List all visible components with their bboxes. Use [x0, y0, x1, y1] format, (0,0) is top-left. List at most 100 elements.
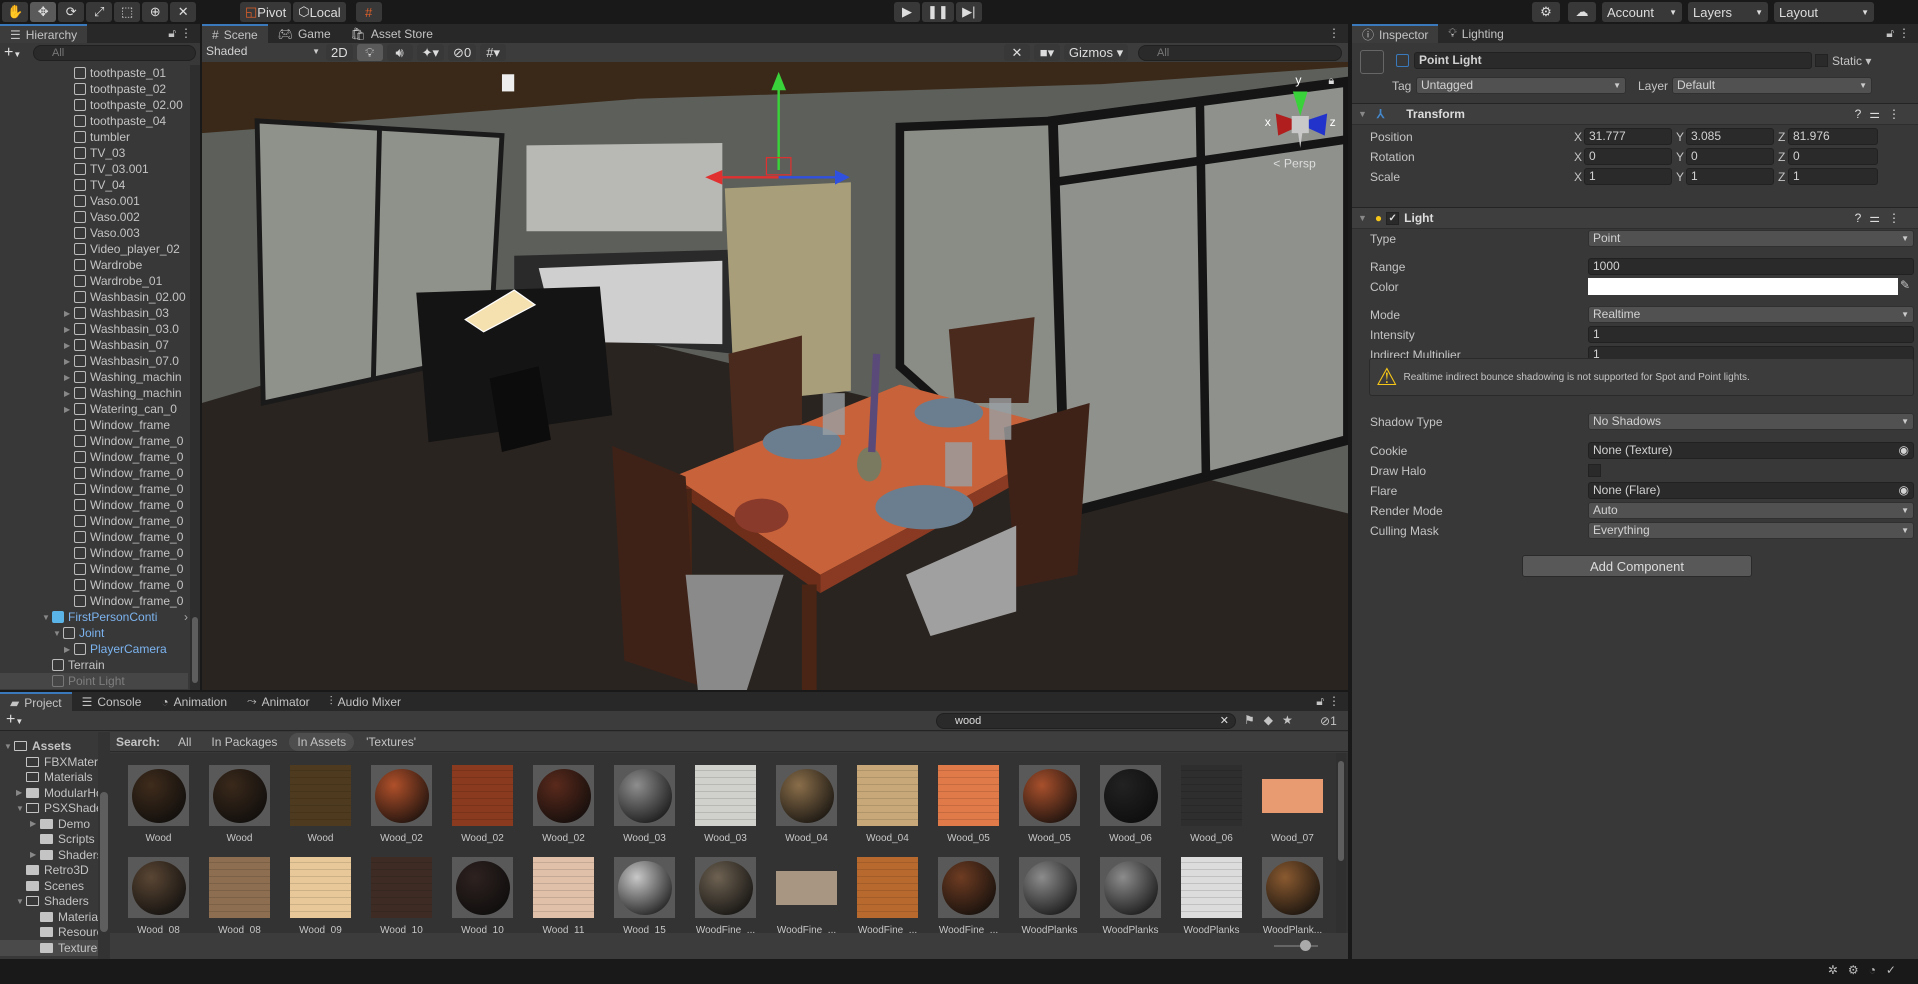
project-folder[interactable]: ▶ Demo: [0, 816, 110, 832]
foldout-arrow-icon[interactable]: ▶: [16, 788, 26, 797]
open-prefab-icon[interactable]: ›: [184, 610, 188, 624]
asset-tile[interactable]: Wood_03: [604, 765, 685, 855]
asset-tile[interactable]: Wood_08: [199, 857, 280, 933]
services-gear-icon[interactable]: ⚙: [1532, 2, 1560, 22]
hierarchy-item[interactable]: ▼ Joint: [0, 625, 188, 641]
object-name-input[interactable]: Point Light: [1414, 52, 1812, 69]
scene-more-icon[interactable]: ⋮: [1328, 26, 1340, 40]
add-component-button[interactable]: Add Component: [1522, 555, 1752, 577]
tab-hierarchy[interactable]: ☰ Hierarchy: [0, 24, 88, 43]
project-search-input[interactable]: wood ✕: [936, 713, 1236, 729]
tab-animation[interactable]: ◔ Animation: [151, 692, 237, 711]
asset-tile[interactable]: WoodPlanks: [1090, 857, 1171, 933]
project-folder[interactable]: Resources: [0, 924, 110, 940]
scale-x-field[interactable]: 1: [1584, 168, 1672, 185]
rotation-z-field[interactable]: 0: [1788, 148, 1878, 165]
rotation-y-field[interactable]: 0: [1686, 148, 1774, 165]
asset-tile[interactable]: Wood_07: [1252, 765, 1333, 855]
position-x-field[interactable]: 31.777: [1584, 128, 1672, 145]
transform-header[interactable]: ▼ ⅄ Transform ?⚌⋮: [1352, 103, 1918, 125]
lock-icon[interactable]: 🔓︎: [168, 26, 176, 41]
foldout-arrow-icon[interactable]: ▼: [53, 629, 63, 638]
lock-icon[interactable]: 🔓︎: [1886, 26, 1894, 41]
culling-field[interactable]: Everything: [1588, 522, 1914, 539]
static-checkbox[interactable]: [1815, 54, 1828, 67]
hierarchy-item[interactable]: Window_frame_0: [0, 593, 188, 609]
project-folder[interactable]: Scenes: [0, 878, 110, 894]
filter-icons[interactable]: ⚑◆★: [1244, 713, 1302, 727]
hierarchy-item[interactable]: ▶ PlayerCamera: [0, 641, 188, 657]
hierarchy-item[interactable]: Window_frame_0: [0, 545, 188, 561]
project-folder[interactable]: ▶ModularHouse: [0, 785, 110, 801]
tab-asset-store[interactable]: 🛍︎ Asset Store: [341, 24, 443, 43]
position-z-field[interactable]: 81.976: [1788, 128, 1878, 145]
scale-y-field[interactable]: 1: [1686, 168, 1774, 185]
foldout-arrow-icon[interactable]: ▼: [1358, 213, 1367, 223]
custom-tool-icon[interactable]: ✕: [170, 2, 197, 22]
layout-dropdown[interactable]: Layout ▼: [1774, 2, 1874, 22]
scene-search-input[interactable]: All: [1138, 44, 1342, 61]
asset-tile[interactable]: WoodPlank...: [1252, 857, 1333, 933]
light-enabled-checkbox[interactable]: ✓: [1386, 211, 1400, 225]
scale-z-field[interactable]: 1: [1788, 168, 1878, 185]
shading-mode-dropdown[interactable]: Shaded: [202, 44, 324, 61]
asset-tile[interactable]: Wood_04: [766, 765, 847, 855]
hierarchy-item[interactable]: ▶ Washbasin_07.0: [0, 353, 188, 369]
hierarchy-item[interactable]: ▶ Washbasin_03.0: [0, 321, 188, 337]
eyedropper-icon[interactable]: ✎: [1900, 278, 1910, 292]
hierarchy-item[interactable]: tumbler: [0, 129, 188, 145]
foldout-arrow-icon[interactable]: ▶: [64, 389, 74, 398]
hierarchy-item[interactable]: Window_frame_0: [0, 529, 188, 545]
foldout-arrow-icon[interactable]: ▶: [30, 850, 40, 859]
cookie-field[interactable]: None (Texture) ◉: [1588, 442, 1914, 459]
light-icon[interactable]: [501, 74, 515, 92]
hierarchy-item[interactable]: ▶ Washbasin_03: [0, 305, 188, 321]
rotation-x-field[interactable]: 0: [1584, 148, 1672, 165]
more-menu-icon[interactable]: ⋮: [180, 26, 192, 40]
project-folder[interactable]: Materials: [0, 769, 110, 785]
project-folder[interactable]: Scripts: [0, 831, 110, 847]
shadow-field[interactable]: No Shadows: [1588, 413, 1914, 430]
foldout-arrow-icon[interactable]: ▶: [30, 819, 40, 828]
hierarchy-item[interactable]: Vaso.001: [0, 193, 188, 209]
search-filter[interactable]: In Packages: [203, 733, 285, 751]
hidden-packages-toggle[interactable]: ⊘1: [1320, 714, 1337, 728]
hierarchy-item[interactable]: Video_player_02: [0, 241, 188, 257]
static-dropdown[interactable]: Static ▾: [1832, 54, 1871, 68]
foldout-arrow-icon[interactable]: ▶: [64, 325, 74, 334]
asset-tile[interactable]: Wood_04: [847, 765, 928, 855]
lock-icon[interactable]: 🔓︎: [1316, 694, 1324, 709]
tab-project[interactable]: ▰ Project: [0, 692, 72, 711]
hierarchy-item[interactable]: ▶ Washing_machin: [0, 385, 188, 401]
asset-tile[interactable]: Wood: [280, 765, 361, 855]
hierarchy-item[interactable]: toothpaste_04: [0, 113, 188, 129]
intensity-field[interactable]: 1: [1588, 326, 1914, 343]
flare-field[interactable]: None (Flare) ◉: [1588, 482, 1914, 499]
mode-field[interactable]: Realtime: [1588, 306, 1914, 323]
foldout-arrow-icon[interactable]: ▼: [16, 804, 26, 813]
hierarchy-item[interactable]: Window_frame: [0, 417, 188, 433]
foldout-arrow-icon[interactable]: ▼: [16, 897, 26, 906]
hierarchy-item[interactable]: toothpaste_02: [0, 81, 188, 97]
project-folder[interactable]: Textures: [0, 939, 110, 956]
asset-tile[interactable]: Wood: [199, 765, 280, 855]
hierarchy-item[interactable]: ▶ Washbasin_07: [0, 337, 188, 353]
foldout-arrow-icon[interactable]: ▼: [1358, 109, 1367, 119]
hierarchy-item[interactable]: toothpaste_01: [0, 65, 188, 81]
hierarchy-item[interactable]: ▶ Washing_machin: [0, 369, 188, 385]
asset-tile[interactable]: Wood_02: [442, 765, 523, 855]
gizmo-lock-icon[interactable]: 🔒︎: [1328, 75, 1334, 87]
component-help-preset-menu-icons[interactable]: ?⚌⋮: [1855, 211, 1908, 225]
search-filter[interactable]: 'Textures': [358, 733, 424, 751]
component-help-preset-menu-icons[interactable]: ?⚌⋮: [1855, 107, 1908, 121]
hierarchy-item[interactable]: Vaso.002: [0, 209, 188, 225]
search-filter[interactable]: In Assets: [289, 732, 355, 751]
active-checkbox[interactable]: [1396, 54, 1409, 67]
tab-game[interactable]: 🎮︎ Game: [268, 24, 341, 43]
asset-tile[interactable]: Wood_10: [442, 857, 523, 933]
status-icons[interactable]: ✲⚙◔✓: [1828, 963, 1906, 977]
hierarchy-item[interactable]: Window_frame_0: [0, 481, 188, 497]
tab-animator[interactable]: ⤳ Animator: [237, 692, 320, 711]
asset-tile[interactable]: Wood_15: [604, 857, 685, 933]
hierarchy-item[interactable]: TV_03: [0, 145, 188, 161]
